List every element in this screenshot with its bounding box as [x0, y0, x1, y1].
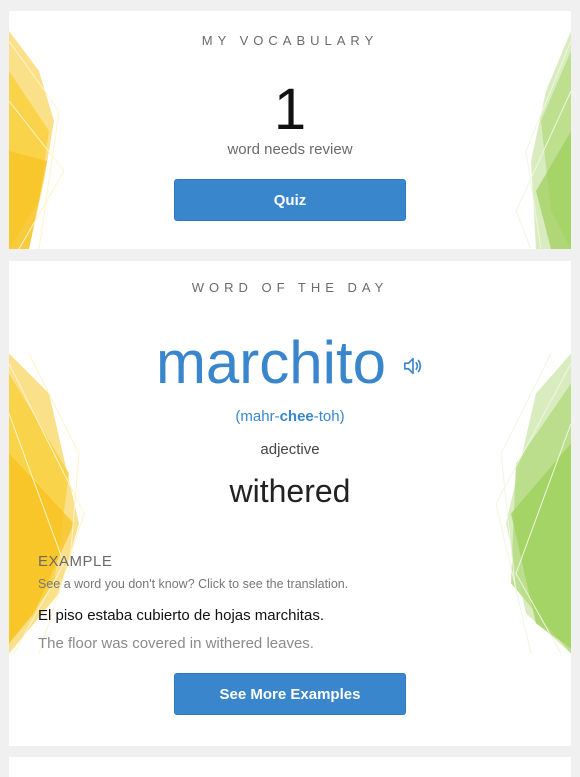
pronunciation-post: -toh) [313, 408, 345, 425]
word-of-the-day-heading: WORD OF THE DAY [191, 280, 389, 295]
see-more-examples-button[interactable]: See More Examples [174, 673, 406, 715]
pronunciation-stress: chee [279, 408, 314, 425]
vocabulary-heading: MY VOCABULARY [201, 33, 379, 48]
review-count: 1 [273, 77, 307, 142]
quiz-button[interactable]: Quiz [174, 179, 406, 221]
speaker-icon[interactable] [402, 355, 424, 377]
word-of-the-day-card: WORD OF THE DAY marchito (mahr-chee-toh)… [9, 261, 571, 746]
review-text: word needs review [227, 141, 353, 158]
translation: withered [229, 473, 351, 509]
pronunciation-pre: (mahr- [235, 408, 280, 425]
example-label: EXAMPLE [38, 553, 113, 570]
word: marchito [155, 329, 387, 396]
word-row: marchito [9, 327, 571, 399]
vocabulary-card: MY VOCABULARY 1 word needs review Quiz [9, 11, 571, 249]
example-hint: See a word you don't know? Click to see … [38, 577, 349, 591]
next-card [9, 757, 571, 777]
part-of-speech: adjective [260, 441, 320, 458]
example-sentence[interactable]: El piso estaba cubierto de hojas marchit… [38, 607, 324, 624]
example-translation: The floor was covered in withered leaves… [38, 635, 314, 652]
pronunciation: (mahr-chee-toh) [9, 408, 571, 425]
